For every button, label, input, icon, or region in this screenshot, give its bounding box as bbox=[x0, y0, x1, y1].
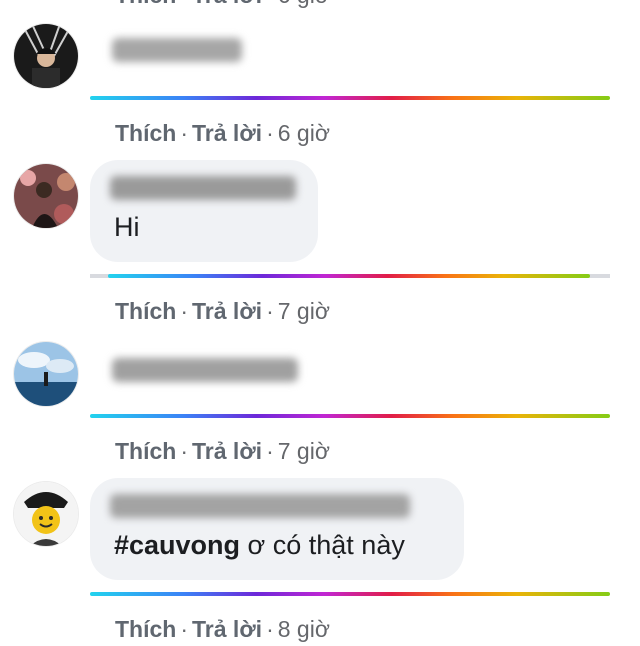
like-link[interactable]: Thích bbox=[115, 0, 176, 8]
reply-link[interactable]: Trả lời bbox=[192, 298, 262, 324]
rainbow-separator bbox=[90, 414, 610, 418]
commenter-avatar[interactable] bbox=[14, 24, 78, 88]
separator-dot: · bbox=[262, 0, 278, 8]
reply-link[interactable]: Trả lời bbox=[192, 0, 262, 8]
comment-text-body: ơ có thật này bbox=[240, 530, 405, 560]
commenter-avatar[interactable] bbox=[14, 164, 78, 228]
hashtag-link[interactable]: #cauvong bbox=[114, 530, 240, 560]
reply-link[interactable]: Trả lời bbox=[192, 616, 262, 642]
blurred-commenter-name[interactable] bbox=[112, 38, 242, 62]
commenter-avatar[interactable] bbox=[14, 482, 78, 546]
separator-dot: · bbox=[180, 438, 189, 464]
separator-dot: · bbox=[266, 616, 274, 642]
comment-meta: Thích · Trả lời · 7 giờ bbox=[115, 298, 330, 325]
separator-dot: · bbox=[266, 438, 274, 464]
comment-time[interactable]: 7 giờ bbox=[278, 438, 330, 464]
comment-meta: Thích · Trả lời · 7 giờ bbox=[115, 438, 330, 465]
like-link[interactable]: Thích bbox=[115, 298, 176, 324]
comment-text: #cauvong ơ có thật này bbox=[114, 530, 405, 561]
like-link[interactable]: Thích bbox=[115, 616, 176, 642]
comment-time[interactable]: 6 giờ bbox=[278, 120, 330, 146]
comment-bubble: Hi bbox=[90, 160, 318, 262]
reply-link[interactable]: Trả lời bbox=[192, 438, 262, 464]
comment-meta-top: Thích·Trả lời·6 giờ bbox=[115, 0, 330, 9]
rainbow-separator bbox=[108, 274, 590, 278]
comment-time[interactable]: 8 giờ bbox=[278, 616, 330, 642]
rainbow-separator bbox=[90, 592, 610, 596]
like-link[interactable]: Thích bbox=[115, 438, 176, 464]
separator-dot: · bbox=[176, 0, 192, 8]
blurred-commenter-name[interactable] bbox=[112, 358, 298, 382]
separator-dot: · bbox=[180, 120, 189, 146]
commenter-avatar[interactable] bbox=[14, 342, 78, 406]
separator-dot: · bbox=[266, 120, 274, 146]
separator-dot: · bbox=[266, 298, 274, 324]
comment-bubble: #cauvong ơ có thật này bbox=[90, 478, 464, 580]
separator-dot: · bbox=[180, 298, 189, 324]
comment-time[interactable]: 7 giờ bbox=[278, 298, 330, 324]
reply-link[interactable]: Trả lời bbox=[192, 120, 262, 146]
comment-text: Hi bbox=[114, 212, 140, 242]
separator-dot: · bbox=[180, 616, 189, 642]
comment-time[interactable]: 6 giờ bbox=[278, 0, 330, 8]
rainbow-separator bbox=[90, 96, 610, 100]
blurred-commenter-name[interactable] bbox=[110, 494, 410, 518]
blurred-commenter-name[interactable] bbox=[110, 176, 296, 200]
like-link[interactable]: Thích bbox=[115, 120, 176, 146]
comment-meta: Thích · Trả lời · 8 giờ bbox=[115, 616, 330, 643]
comment-meta: Thích · Trả lời · 6 giờ bbox=[115, 120, 330, 147]
